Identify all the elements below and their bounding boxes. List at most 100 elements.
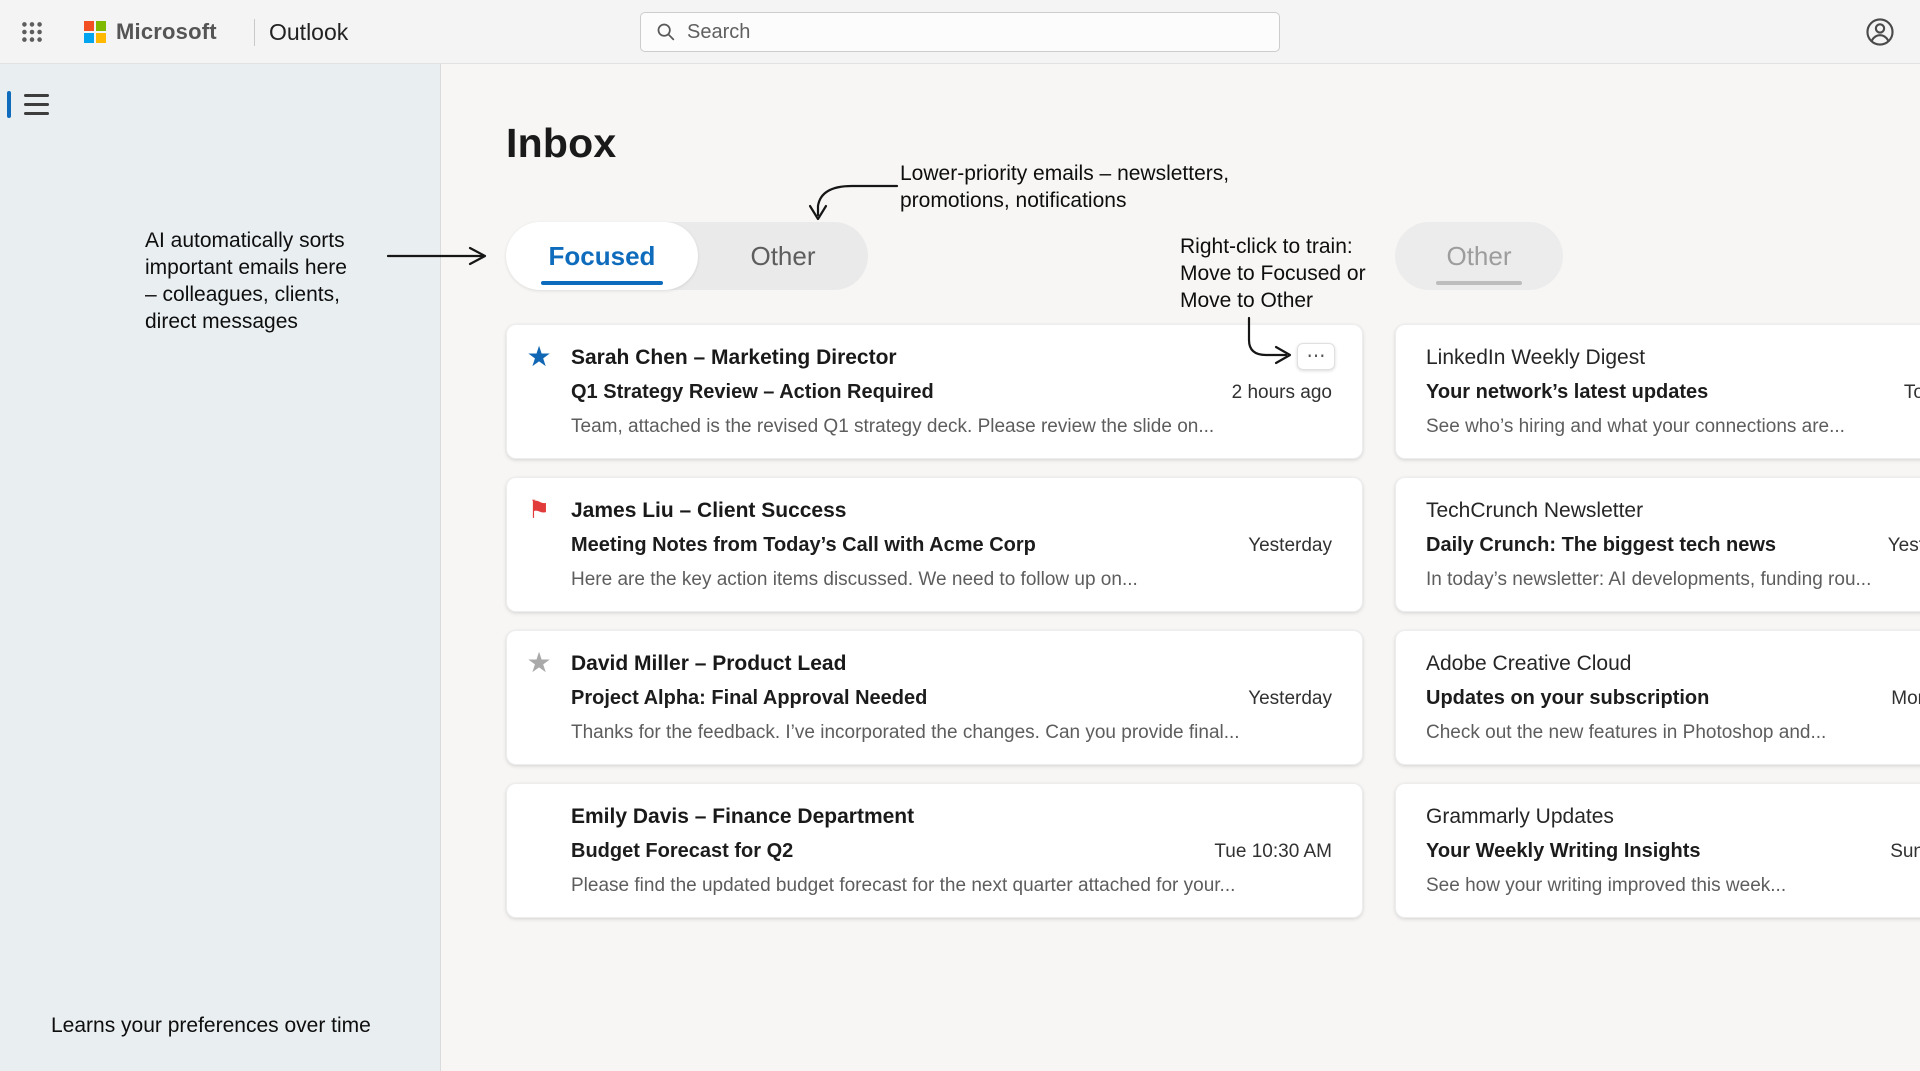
- email-icon-column: ★: [507, 645, 571, 750]
- tab-other-label: Other: [750, 241, 815, 272]
- email-list-item[interactable]: LinkedIn Weekly Digest Your network’s la…: [1395, 324, 1920, 459]
- email-subject: Updates on your subscription: [1426, 681, 1709, 716]
- annotation-line: Right-click to train:: [1180, 233, 1400, 260]
- annotation-line: Move to Other: [1180, 287, 1400, 314]
- email-preview: See how your writing improved this week.…: [1426, 869, 1920, 902]
- search-icon: [655, 21, 677, 43]
- tab-focused[interactable]: Focused: [506, 222, 698, 290]
- email-icon-column: ⚑: [507, 492, 571, 597]
- active-tab-underline: [541, 281, 663, 285]
- annotation-line: direct messages: [145, 308, 385, 335]
- email-time: Yest: [1874, 528, 1920, 563]
- email-icon-column: ★: [507, 339, 571, 444]
- sidebar: [0, 64, 441, 1071]
- email-list-item[interactable]: ★ David Miller – Product Lead Project Al…: [506, 630, 1363, 765]
- email-time: Tue 10:30 AM: [1200, 834, 1332, 869]
- email-sender: Adobe Creative Cloud: [1426, 646, 1920, 681]
- account-button[interactable]: [1860, 12, 1900, 52]
- email-content: LinkedIn Weekly Digest Your network’s la…: [1426, 339, 1920, 444]
- app-launcher-button[interactable]: [12, 12, 52, 52]
- email-preview: Check out the new features in Photoshop …: [1426, 716, 1920, 749]
- email-sender: LinkedIn Weekly Digest: [1426, 340, 1920, 375]
- email-subject: Your Weekly Writing Insights: [1426, 834, 1700, 869]
- inbox-tabs: Focused Other: [506, 222, 868, 290]
- email-content: TechCrunch Newsletter Daily Crunch: The …: [1426, 492, 1920, 597]
- hamburger-icon: [24, 94, 49, 115]
- topbar: Microsoft Outlook: [0, 0, 1920, 64]
- email-content: Sarah Chen – Marketing Director Q1 Strat…: [571, 339, 1332, 444]
- email-time: 2 hours ago: [1218, 375, 1332, 410]
- other-email-list: LinkedIn Weekly Digest Your network’s la…: [1395, 324, 1920, 918]
- star-icon[interactable]: ★: [526, 343, 551, 444]
- email-time: Yesterday: [1234, 681, 1332, 716]
- outlook-window: Microsoft Outlook Inbox Focu: [0, 0, 1920, 1071]
- email-sender: James Liu – Client Success: [571, 493, 1332, 528]
- email-sender: Grammarly Updates: [1426, 799, 1920, 834]
- inactive-tab-underline: [1436, 281, 1522, 285]
- account-icon: [1864, 16, 1896, 48]
- menu-toggle-button[interactable]: [16, 84, 56, 124]
- email-list-item[interactable]: Adobe Creative Cloud Updates on your sub…: [1395, 630, 1920, 765]
- search-box[interactable]: [640, 12, 1280, 52]
- star-icon[interactable]: ★: [526, 649, 551, 750]
- email-content: Adobe Creative Cloud Updates on your sub…: [1426, 645, 1920, 750]
- email-time: Yesterday: [1234, 528, 1332, 563]
- tab-other-right[interactable]: Other: [1395, 222, 1563, 290]
- email-list-item[interactable]: Emily Davis – Finance Department Budget …: [506, 783, 1363, 918]
- email-sender: Sarah Chen – Marketing Director: [571, 340, 1332, 375]
- email-preview: Team, attached is the revised Q1 strateg…: [571, 410, 1332, 443]
- microsoft-logo-icon: [84, 21, 106, 43]
- flag-icon[interactable]: ⚑: [528, 496, 550, 597]
- annotation-line: AI automatically sorts: [145, 227, 385, 254]
- focused-email-list: ★ Sarah Chen – Marketing Director Q1 Str…: [506, 324, 1363, 918]
- app-name: Outlook: [269, 0, 348, 64]
- email-preview: In today’s newsletter: AI developments, …: [1426, 563, 1920, 596]
- annotation-other-note: Lower-priority emails – newsletters, pro…: [900, 160, 1270, 214]
- email-sender: David Miller – Product Lead: [571, 646, 1332, 681]
- email-list-item[interactable]: ★ Sarah Chen – Marketing Director Q1 Str…: [506, 324, 1363, 459]
- annotation-line: – colleagues, clients,: [145, 281, 385, 308]
- annotation-line: promotions, notifications: [900, 187, 1270, 214]
- sidebar-accent-bar: [7, 91, 11, 118]
- search-input[interactable]: [687, 21, 1265, 44]
- annotation-line: Lower-priority emails – newsletters,: [900, 160, 1270, 187]
- email-time: Mor: [1877, 681, 1920, 716]
- email-subject: Project Alpha: Final Approval Needed: [571, 681, 927, 716]
- microsoft-wordmark: Microsoft: [116, 19, 217, 45]
- tab-other-right-label: Other: [1446, 241, 1511, 272]
- email-subject: Daily Crunch: The biggest tech news: [1426, 528, 1776, 563]
- email-time: Sun: [1876, 834, 1920, 869]
- email-preview: See who’s hiring and what your connectio…: [1426, 410, 1920, 443]
- page-title: Inbox: [506, 120, 616, 167]
- arrow-to-other: [818, 186, 897, 215]
- email-content: Grammarly Updates Your Weekly Writing In…: [1426, 798, 1920, 903]
- email-sender: TechCrunch Newsletter: [1426, 493, 1920, 528]
- email-list-item[interactable]: TechCrunch Newsletter Daily Crunch: The …: [1395, 477, 1920, 612]
- email-content: David Miller – Product Lead Project Alph…: [571, 645, 1332, 750]
- more-options-button[interactable]: ⋯: [1297, 343, 1335, 370]
- annotation-line: Move to Focused or: [1180, 260, 1400, 287]
- email-subject: Q1 Strategy Review – Action Required: [571, 375, 934, 410]
- waffle-icon: [19, 19, 45, 45]
- arrowhead-focused: [470, 248, 485, 264]
- annotation-learns-note: Learns your preferences over time: [51, 1012, 371, 1039]
- email-content: James Liu – Client Success Meeting Notes…: [571, 492, 1332, 597]
- annotation-focused-note: AI automatically sorts important emails …: [145, 227, 385, 335]
- tab-other[interactable]: Other: [698, 222, 868, 290]
- brand-divider: [254, 19, 255, 46]
- email-list-item[interactable]: Grammarly Updates Your Weekly Writing In…: [1395, 783, 1920, 918]
- tab-focused-label: Focused: [549, 241, 656, 272]
- email-preview: Here are the key action items discussed.…: [571, 563, 1332, 596]
- microsoft-brand: Microsoft: [84, 0, 217, 64]
- email-subject: Meeting Notes from Today’s Call with Acm…: [571, 528, 1036, 563]
- annotation-train-note: Right-click to train: Move to Focused or…: [1180, 233, 1400, 314]
- email-list-item[interactable]: ⚑ James Liu – Client Success Meeting Not…: [506, 477, 1363, 612]
- email-subject: Your network’s latest updates: [1426, 375, 1708, 410]
- annotation-line: important emails here: [145, 254, 385, 281]
- email-sender: Emily Davis – Finance Department: [571, 799, 1332, 834]
- email-icon-column: [507, 798, 571, 903]
- arrowhead-other: [810, 206, 826, 219]
- email-content: Emily Davis – Finance Department Budget …: [571, 798, 1332, 903]
- email-time: To: [1890, 375, 1920, 410]
- email-subject: Budget Forecast for Q2: [571, 834, 793, 869]
